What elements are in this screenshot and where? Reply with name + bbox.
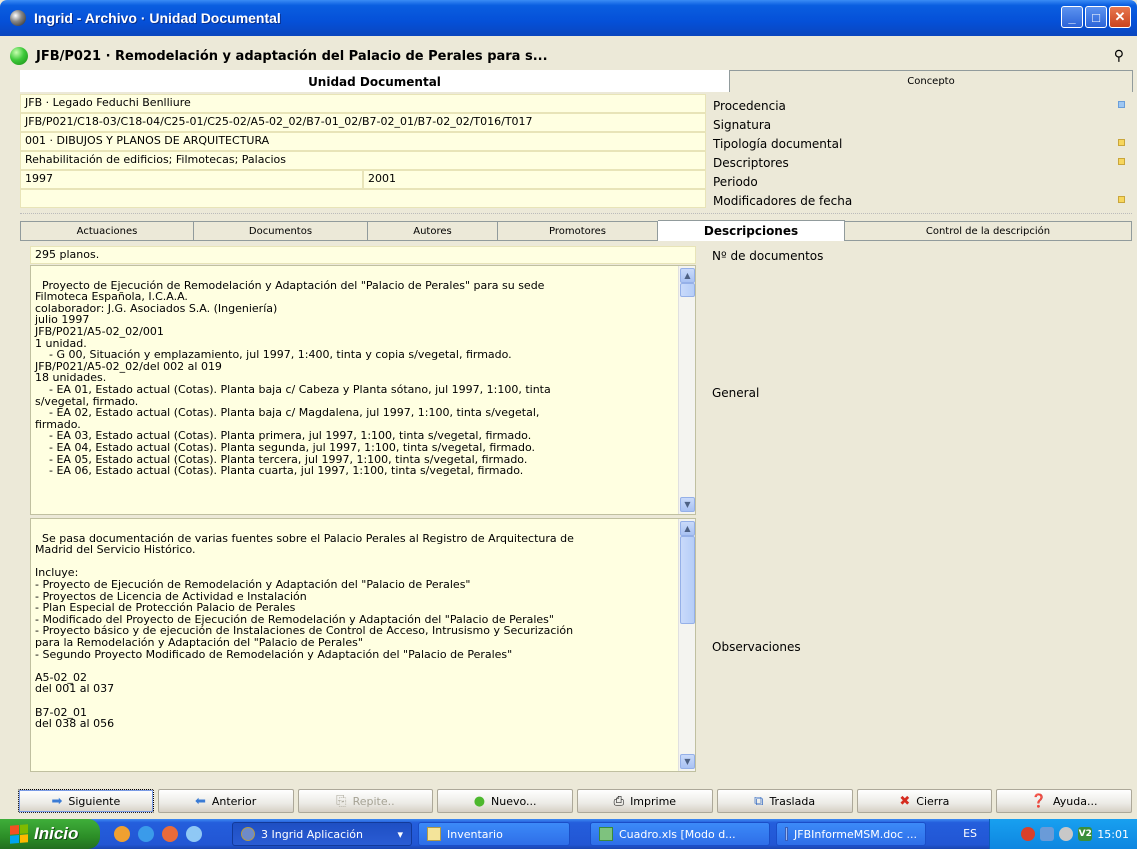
concepto-tipologia: Tipología documental xyxy=(713,134,1133,153)
antivirus-icon[interactable] xyxy=(1021,827,1036,841)
num-documentos-label: Nº de documentos xyxy=(712,249,824,263)
unidad-fields: JFB · Legado Feduchi Benlliure JFB/P021/… xyxy=(20,94,706,208)
periodo-inicio-field[interactable]: 1997 xyxy=(20,170,363,189)
tab-promotores[interactable]: Promotores xyxy=(498,221,658,241)
taskbar-item-informe[interactable]: JFBInformeMSM.doc ... xyxy=(776,822,926,846)
scroll-up-icon[interactable]: ▲ xyxy=(680,521,695,536)
help-icon: ❓ xyxy=(1030,793,1047,809)
clock[interactable]: 15:01 xyxy=(1097,828,1129,841)
observaciones-label: Observaciones xyxy=(712,640,801,654)
signatura-field[interactable]: JFB/P021/C18-03/C18-04/C25-01/C25-02/A5-… xyxy=(20,113,706,132)
observaciones-textarea[interactable]: Se pasa documentación de varias fuentes … xyxy=(30,518,696,772)
start-button[interactable]: Inicio xyxy=(0,819,100,849)
ie-icon[interactable] xyxy=(138,826,154,842)
close-window-button[interactable]: ✕ xyxy=(1109,6,1131,28)
repite-button[interactable]: ⎘ Repite.. xyxy=(297,789,434,813)
system-tray: V2 15:01 xyxy=(989,819,1137,849)
concepto-signatura: Signatura xyxy=(713,117,772,132)
num-documentos-field[interactable]: 295 planos. xyxy=(30,246,696,264)
scroll-down-icon[interactable]: ▼ xyxy=(680,754,695,769)
binoculars-icon[interactable]: ⚲ xyxy=(1114,48,1124,64)
record-header: JFB/P021 · Remodelación y adaptación del… xyxy=(10,42,1130,70)
unidad-documental-heading: Unidad Documental xyxy=(20,70,729,92)
tab-autores[interactable]: Autores xyxy=(368,221,498,241)
concepto-procedencia: Procedencia xyxy=(713,96,1133,115)
taskbar-item-cuadro[interactable]: Cuadro.xls [Modo d... xyxy=(590,822,770,846)
close-icon: ✖ xyxy=(899,793,911,809)
tab-concepto[interactable]: Concepto xyxy=(729,70,1133,92)
general-label: General xyxy=(712,386,760,400)
siguiente-button[interactable]: ➡ Siguiente xyxy=(18,789,154,813)
new-icon: ● xyxy=(473,793,486,809)
lookup-icon[interactable] xyxy=(1118,101,1125,108)
firefox-icon[interactable] xyxy=(162,826,178,842)
taskbar: Inicio 3 Ingrid Aplicación ▾ Inventario C… xyxy=(0,819,1137,849)
ingrid-icon xyxy=(241,827,255,841)
move-icon: ⧉ xyxy=(754,793,764,809)
lookup-icon[interactable] xyxy=(1118,139,1125,146)
taskbar-item-inventario[interactable]: Inventario xyxy=(418,822,570,846)
tipologia-field[interactable]: 001 · DIBUJOS Y PLANOS DE ARQUITECTURA xyxy=(20,132,706,151)
anterior-button[interactable]: ⬅ Anterior xyxy=(157,789,294,813)
window-title: Ingrid - Archivo · Unidad Documental xyxy=(34,10,281,26)
status-ball-icon xyxy=(10,47,28,65)
excel-icon xyxy=(599,827,613,841)
tab-documentos[interactable]: Documentos xyxy=(194,221,368,241)
browser-icon[interactable] xyxy=(114,826,130,842)
procedencia-field[interactable]: JFB · Legado Feduchi Benlliure xyxy=(20,94,706,113)
folder-icon xyxy=(427,827,441,841)
scroll-up-icon[interactable]: ▲ xyxy=(680,268,695,283)
ayuda-button[interactable]: ❓ Ayuda... xyxy=(996,789,1132,813)
record-title: JFB/P021 · Remodelación y adaptación del… xyxy=(36,48,548,64)
v2-icon[interactable]: V2 xyxy=(1078,827,1093,841)
app-icon xyxy=(10,10,26,26)
chevron-down-icon: ▾ xyxy=(397,827,403,841)
scroll-down-icon[interactable]: ▼ xyxy=(680,497,695,512)
network-icon[interactable] xyxy=(1040,827,1055,841)
concepto-list: Procedencia Signatura Tipología document… xyxy=(713,96,1133,210)
action-bar: ➡ Siguiente ⬅ Anterior ⎘ Repite.. ● Nuevo...… xyxy=(18,789,1132,813)
periodo-fin-field[interactable]: 2001 xyxy=(363,170,706,189)
word-icon xyxy=(785,827,789,841)
tab-control-descripcion[interactable]: Control de la descripción xyxy=(845,221,1132,241)
general-textarea[interactable]: Proyecto de Ejecución de Remodelación y … xyxy=(30,265,696,515)
concepto-descriptores: Descriptores xyxy=(713,153,1133,172)
concepto-periodo: Periodo xyxy=(713,174,758,189)
language-indicator[interactable]: ES xyxy=(963,827,977,840)
quick-launch xyxy=(114,826,202,842)
tab-strip: Actuaciones Documentos Autores Promotore… xyxy=(20,220,1132,241)
minimize-button[interactable]: _ xyxy=(1061,6,1083,28)
descriptores-field[interactable]: Rehabilitación de edificios; Filmotecas;… xyxy=(20,151,706,170)
tab-actuaciones[interactable]: Actuaciones xyxy=(20,221,194,241)
scroll-thumb[interactable] xyxy=(680,283,695,297)
app-icon[interactable] xyxy=(186,826,202,842)
lookup-icon[interactable] xyxy=(1118,196,1125,203)
observaciones-scrollbar[interactable]: ▲ ▼ xyxy=(678,519,695,771)
modificadores-field[interactable] xyxy=(20,189,706,208)
nuevo-button[interactable]: ● Nuevo... xyxy=(437,789,573,813)
multi-lookup-icon[interactable] xyxy=(1118,158,1125,165)
printer-icon: ⎙ xyxy=(613,793,625,809)
tab-descripciones[interactable]: Descripciones xyxy=(658,220,845,241)
taskbar-item-ingrid[interactable]: 3 Ingrid Aplicación ▾ xyxy=(232,822,412,846)
maximize-button[interactable]: □ xyxy=(1085,6,1107,28)
volume-icon[interactable] xyxy=(1059,827,1074,841)
windows-flag-icon xyxy=(10,824,28,844)
divider xyxy=(20,213,1132,214)
cierra-button[interactable]: ✖ Cierra xyxy=(856,789,993,813)
imprime-button[interactable]: ⎙ Imprime xyxy=(577,789,713,813)
window-title-bar[interactable]: Ingrid - Archivo · Unidad Documental _ □… xyxy=(0,0,1137,36)
repeat-icon: ⎘ xyxy=(336,793,347,809)
arrow-right-icon: ➡ xyxy=(51,793,63,809)
general-scrollbar[interactable]: ▲ ▼ xyxy=(678,266,695,514)
concepto-modificadores: Modificadores de fecha xyxy=(713,191,1133,210)
scroll-thumb[interactable] xyxy=(680,536,695,624)
arrow-left-icon: ⬅ xyxy=(194,793,206,809)
traslada-button[interactable]: ⧉ Traslada xyxy=(716,789,853,813)
